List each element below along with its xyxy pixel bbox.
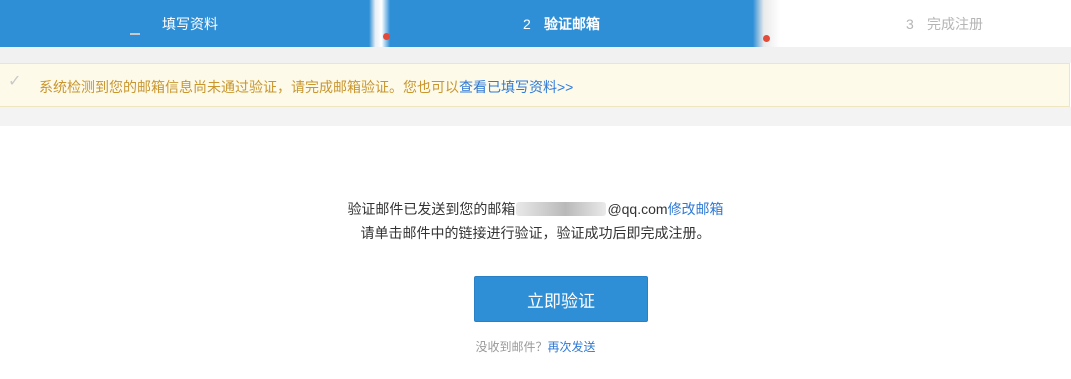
email-sent-text: 验证邮件已发送到您的邮箱 — [347, 201, 516, 217]
step-label: 验证邮箱 — [544, 15, 600, 32]
masked-email — [516, 202, 607, 216]
decor-mark — [130, 33, 140, 35]
notice-text: 系统检测到您的邮箱信息尚未通过验证，请完成邮箱验证。您也可以查看已填写资料>> — [39, 77, 573, 97]
divider-band — [0, 107, 1071, 126]
divider-strip — [0, 47, 1071, 63]
verification-notice: ✓ 系统检测到您的邮箱信息尚未通过验证，请完成邮箱验证。您也可以查看已填写资料>… — [0, 63, 1070, 107]
view-info-link[interactable]: 查看已填写资料>> — [459, 79, 573, 95]
step-number: 2 — [523, 15, 531, 32]
step-separator — [753, 0, 780, 47]
resend-prompt: 没收到邮件？ — [475, 340, 548, 354]
decor-dot — [383, 33, 390, 40]
step-fill-info: 填写资料 — [0, 0, 369, 47]
verify-now-button[interactable]: 立即验证 — [474, 276, 648, 322]
check-icon: ✓ — [8, 73, 22, 90]
edit-email-link[interactable]: 修改邮箱 — [668, 201, 724, 217]
decor-dot — [763, 35, 770, 42]
step-complete: 3 完成注册 — [780, 0, 1071, 47]
step-verify-email: 2 验证邮箱 — [390, 0, 753, 47]
resend-row: 没收到邮件？再次发送 — [0, 338, 1071, 355]
email-domain: @qq.com — [607, 201, 668, 217]
step-label: 完成注册 — [927, 15, 983, 32]
email-sent-message: 验证邮件已发送到您的邮箱 @qq.com修改邮箱 — [0, 199, 1071, 219]
step-separator — [369, 0, 390, 47]
step-number: 3 — [906, 15, 914, 32]
instruction-text: 请单击邮件中的链接进行验证，验证成功后即完成注册。 — [360, 225, 711, 241]
notice-message: 系统检测到您的邮箱信息尚未通过验证，请完成邮箱验证。您也可以 — [39, 79, 459, 95]
step-bar: 填写资料 2 验证邮箱 3 完成注册 — [0, 0, 1071, 47]
resend-link[interactable]: 再次发送 — [548, 340, 596, 354]
main-content: 验证邮件已发送到您的邮箱 @qq.com修改邮箱 请单击邮件中的链接进行验证，验证… — [0, 126, 1071, 379]
step-label: 填写资料 — [162, 15, 218, 32]
